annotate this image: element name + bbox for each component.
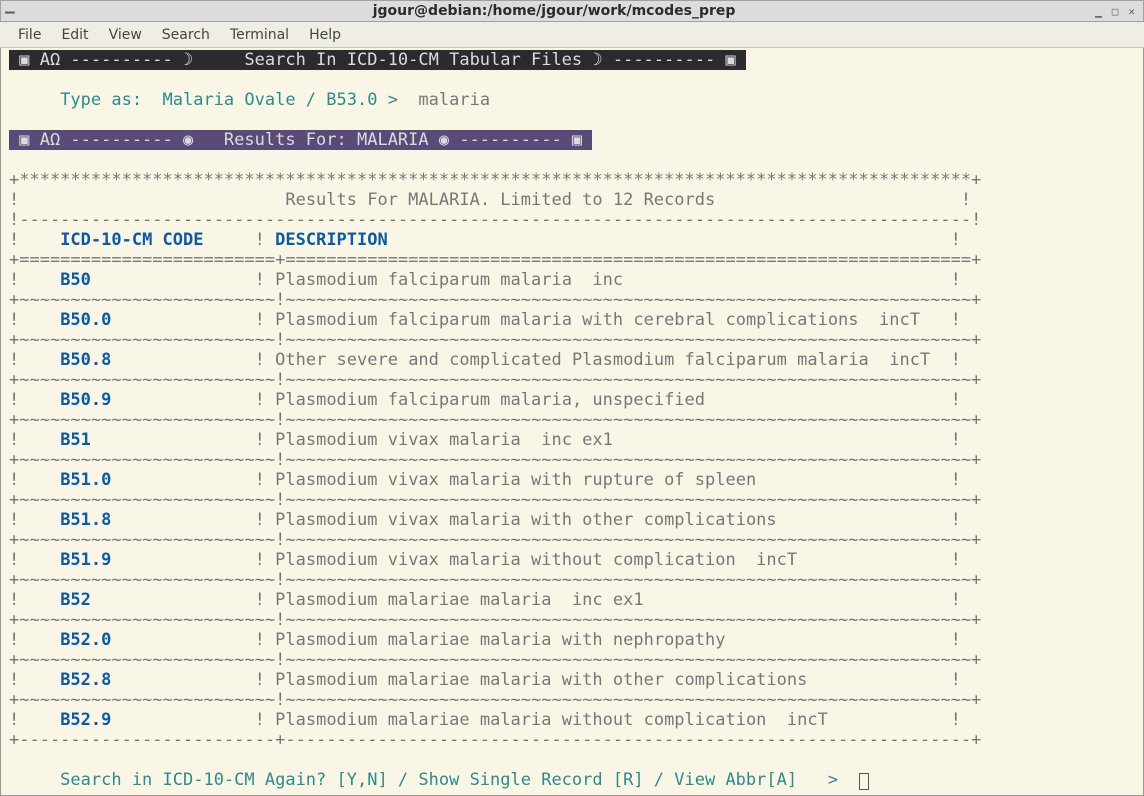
col-header-desc: DESCRIPTION xyxy=(275,230,951,250)
table-row-desc: Other severe and complicated Plasmodium … xyxy=(275,350,951,370)
table-row-separator: +~~~~~~~~~~~~~~~~~~~~~~~~~!~~~~~~~~~~~~~… xyxy=(9,530,981,550)
terminal-area[interactable]: ▣ AΩ ---------- ☽ Search In ICD-10-CM Ta… xyxy=(0,48,1144,796)
table-border: +***************************************… xyxy=(9,170,981,190)
table-row-desc: Plasmodium vivax malaria with other comp… xyxy=(275,510,951,530)
table-row-separator: +~~~~~~~~~~~~~~~~~~~~~~~~~!~~~~~~~~~~~~~… xyxy=(9,290,981,310)
table-row-code: B52.0 xyxy=(60,630,254,650)
table-row-code: B51.8 xyxy=(60,510,254,530)
menu-file[interactable]: File xyxy=(10,25,49,45)
window-menu-icon[interactable]: – xyxy=(1,2,15,21)
menu-terminal[interactable]: Terminal xyxy=(222,25,297,45)
close-icon[interactable]: ✕ xyxy=(1126,5,1137,18)
window-titlebar: – jgour@debian:/home/jgour/work/mcodes_p… xyxy=(0,0,1144,22)
table-row-desc: Plasmodium vivax malaria without complic… xyxy=(275,550,951,570)
results-caption: Results For MALARIA. Limited to 12 Recor… xyxy=(29,190,960,210)
table-row-separator: +~~~~~~~~~~~~~~~~~~~~~~~~~!~~~~~~~~~~~~~… xyxy=(9,450,981,470)
table-row-desc: Plasmodium vivax malaria with rupture of… xyxy=(275,470,951,490)
table-row-desc: Plasmodium malariae malaria with other c… xyxy=(275,670,951,690)
menu-bar: File Edit View Search Terminal Help xyxy=(0,22,1144,48)
table-row-code: B51.9 xyxy=(60,550,254,570)
table-row-code: B52.9 xyxy=(60,710,254,730)
table-row-desc: Plasmodium vivax malaria inc ex1 xyxy=(275,430,951,450)
table-row-separator: +~~~~~~~~~~~~~~~~~~~~~~~~~!~~~~~~~~~~~~~… xyxy=(9,610,981,630)
table-row-code: B50.8 xyxy=(60,350,254,370)
col-header-code: ICD-10-CM CODE xyxy=(60,230,203,250)
table-border: +=========================+=============… xyxy=(9,250,981,270)
menu-view[interactable]: View xyxy=(101,25,150,45)
results-header-bar: ▣ AΩ ---------- ◉ Results For: MALARIA ◉… xyxy=(9,130,592,150)
search-input-value[interactable]: malaria xyxy=(418,90,490,110)
maximize-icon[interactable]: □ xyxy=(1110,5,1121,18)
table-row-separator: +~~~~~~~~~~~~~~~~~~~~~~~~~!~~~~~~~~~~~~~… xyxy=(9,410,981,430)
table-row-code: B50 xyxy=(60,270,254,290)
menu-edit[interactable]: Edit xyxy=(53,25,96,45)
table-row-desc: Plasmodium falciparum malaria with cereb… xyxy=(275,310,951,330)
footer-prompt[interactable]: Search in ICD-10-CM Again? [Y,N] / Show … xyxy=(9,770,859,790)
table-border: +-------------------------+-------------… xyxy=(9,730,981,750)
menu-help[interactable]: Help xyxy=(301,25,349,45)
table-row-code: B51 xyxy=(60,430,254,450)
table-row-separator: +~~~~~~~~~~~~~~~~~~~~~~~~~!~~~~~~~~~~~~~… xyxy=(9,650,981,670)
table-row-separator: +~~~~~~~~~~~~~~~~~~~~~~~~~!~~~~~~~~~~~~~… xyxy=(9,370,981,390)
table-row-desc: Plasmodium falciparum malaria, unspecifi… xyxy=(275,390,951,410)
table-row-code: B50.0 xyxy=(60,310,254,330)
menu-search[interactable]: Search xyxy=(154,25,218,45)
table-row-desc: Plasmodium malariae malaria with nephrop… xyxy=(275,630,951,650)
table-row-code: B51.0 xyxy=(60,470,254,490)
table-row-separator: +~~~~~~~~~~~~~~~~~~~~~~~~~!~~~~~~~~~~~~~… xyxy=(9,490,981,510)
table-row-desc: Plasmodium malariae malaria without comp… xyxy=(275,710,951,730)
table-row-desc: Plasmodium malariae malaria inc ex1 xyxy=(275,590,951,610)
window-title: jgour@debian:/home/jgour/work/mcodes_pre… xyxy=(15,3,1093,19)
table-row-separator: +~~~~~~~~~~~~~~~~~~~~~~~~~!~~~~~~~~~~~~~… xyxy=(9,570,981,590)
table-row-desc: Plasmodium falciparum malaria inc xyxy=(275,270,951,290)
table-row-separator: +~~~~~~~~~~~~~~~~~~~~~~~~~!~~~~~~~~~~~~~… xyxy=(9,330,981,350)
table-row-separator: +~~~~~~~~~~~~~~~~~~~~~~~~~!~~~~~~~~~~~~~… xyxy=(9,690,981,710)
minimize-icon[interactable]: ▁ xyxy=(1093,5,1104,18)
search-header-bar: ▣ AΩ ---------- ☽ Search In ICD-10-CM Ta… xyxy=(9,50,746,70)
table-row-code: B52.8 xyxy=(60,670,254,690)
cursor-icon xyxy=(859,773,869,790)
table-border: !---------------------------------------… xyxy=(9,210,981,230)
table-row-code: B50.9 xyxy=(60,390,254,410)
prompt-label: Type as: Malaria Ovale / B53.0 > xyxy=(9,90,418,110)
table-row-code: B52 xyxy=(60,590,254,610)
